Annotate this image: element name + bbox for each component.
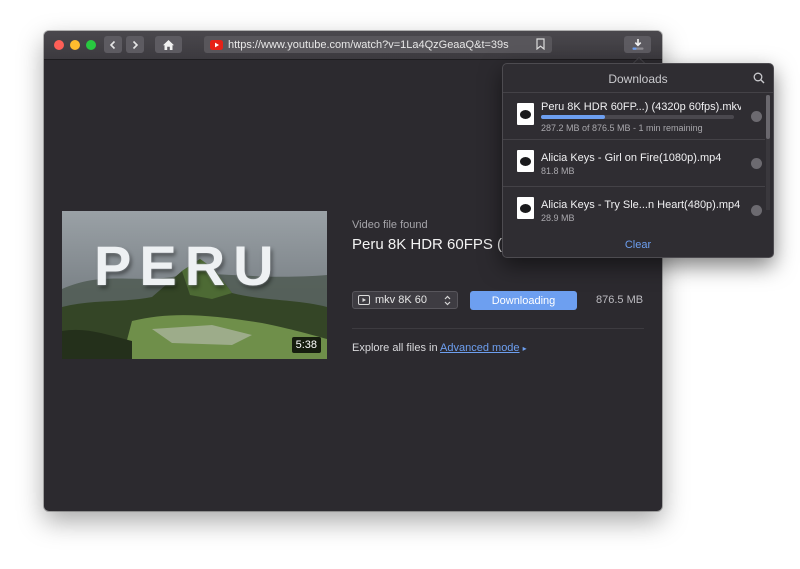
clear-downloads-button[interactable]: Clear	[503, 232, 773, 257]
forward-button[interactable]	[126, 36, 144, 53]
scrollbar-thumb[interactable]	[766, 95, 770, 139]
downloading-button[interactable]: Downloading	[470, 291, 577, 310]
download-item-name: Peru 8K HDR 60FP...) (4320p 60fps).mkv	[541, 101, 741, 113]
downloads-popover: Downloads Peru 8K HDR 60FP...) (4320p 60…	[502, 63, 774, 258]
video-found-label: Video file found	[352, 219, 428, 231]
chevron-left-icon	[109, 40, 116, 49]
video-title: Peru 8K HDR 60FPS (FU	[352, 236, 517, 253]
downloads-header: Downloads	[503, 64, 773, 93]
magnifier-reveal-icon[interactable]	[751, 158, 762, 169]
bookmark-icon[interactable]	[536, 38, 545, 50]
download-item-status: 28.9 MB	[541, 213, 575, 223]
format-select-value: mkv 8K 60	[375, 294, 427, 306]
home-button[interactable]	[155, 36, 182, 53]
format-select[interactable]: mkv 8K 60	[352, 291, 458, 309]
file-icon	[517, 103, 534, 125]
video-thumbnail[interactable]: PERU 5:38	[62, 211, 327, 359]
explore-prefix: Explore all files in	[352, 342, 438, 354]
magnifier-reveal-icon[interactable]	[751, 111, 762, 122]
zoom-window-button[interactable]	[86, 40, 96, 50]
download-item-status: 81.8 MB	[541, 166, 575, 176]
url-text: https://www.youtube.com/watch?v=1La4QzGe…	[228, 38, 509, 51]
divider	[352, 328, 644, 329]
downloads-button[interactable]	[624, 36, 651, 53]
close-window-button[interactable]	[54, 40, 64, 50]
video-file-icon	[358, 295, 370, 305]
up-down-chevron-icon	[444, 295, 451, 306]
download-item[interactable]: Alicia Keys - Girl on Fire(1080p).mp4 81…	[503, 140, 765, 187]
search-icon[interactable]	[753, 72, 765, 84]
toolbar: https://www.youtube.com/watch?v=1La4QzGe…	[44, 31, 662, 60]
chevron-right-icon	[132, 40, 139, 49]
downloads-scrollbar[interactable]	[766, 95, 770, 210]
file-icon	[517, 150, 534, 172]
download-item[interactable]: Alicia Keys - Try Sle...n Heart(480p).mp…	[503, 187, 765, 231]
download-item-name: Alicia Keys - Try Sle...n Heart(480p).mp…	[541, 199, 741, 211]
youtube-icon	[210, 39, 223, 50]
download-item[interactable]: Peru 8K HDR 60FP...) (4320p 60fps).mkv 2…	[503, 93, 765, 140]
file-icon	[517, 197, 534, 219]
download-item-status: 287.2 MB of 876.5 MB - 1 min remaining	[541, 123, 703, 133]
minimize-window-button[interactable]	[70, 40, 80, 50]
magnifier-reveal-icon[interactable]	[751, 205, 762, 216]
arrow-right-icon: ▸	[522, 344, 527, 353]
download-progress-bar	[541, 115, 734, 119]
explore-text: Explore all files in Advanced mode ▸	[352, 342, 527, 354]
downloads-title: Downloads	[608, 72, 668, 86]
address-bar[interactable]: https://www.youtube.com/watch?v=1La4QzGe…	[204, 36, 552, 53]
video-duration-badge: 5:38	[291, 337, 321, 353]
home-icon	[163, 39, 174, 50]
back-button[interactable]	[104, 36, 122, 53]
advanced-mode-link[interactable]: Advanced mode	[440, 342, 520, 354]
download-progress-fill	[541, 115, 605, 119]
thumbnail-title-text: PERU	[94, 234, 282, 297]
file-size-label: 876.5 MB	[596, 294, 644, 306]
download-icon	[632, 39, 643, 50]
download-item-name: Alicia Keys - Girl on Fire(1080p).mp4	[541, 152, 722, 164]
